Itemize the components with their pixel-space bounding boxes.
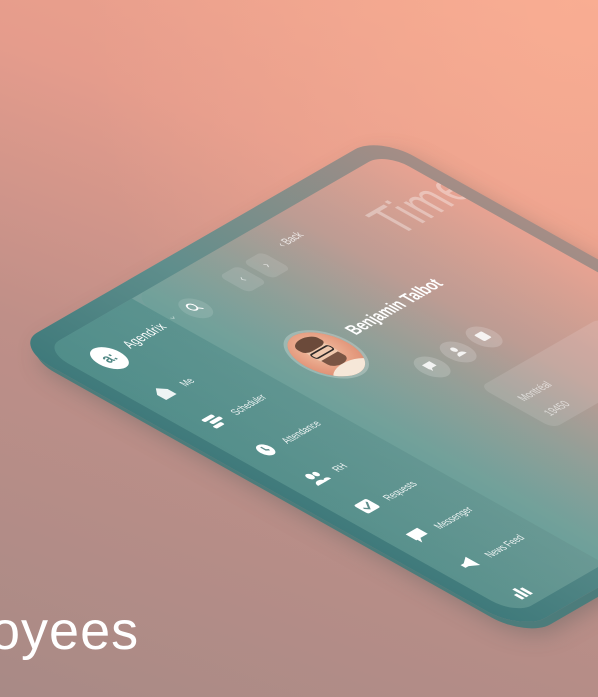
user-icon [444,344,472,360]
sidebar-item-label: RH [328,461,351,474]
caption-text: oyees [0,601,140,661]
calendar-icon [470,329,498,345]
sidebar-item-label: Me [176,375,198,389]
scene-background: a: Agendrix ⌄ Me Scheduler [0,0,598,697]
brand-name[interactable]: Agendrix [118,320,171,351]
back-link[interactable]: ‹ Back [273,230,307,249]
chevron-right-icon: › [258,260,275,270]
chat-icon [418,359,446,375]
employee-number-value: 19450 [539,398,574,418]
search-icon [182,300,210,316]
location-value: Montréal [513,379,556,403]
profile-name: Benjamin Talbot [339,275,449,338]
search-button[interactable] [171,294,220,322]
chevron-left-icon: ‹ [234,274,251,284]
